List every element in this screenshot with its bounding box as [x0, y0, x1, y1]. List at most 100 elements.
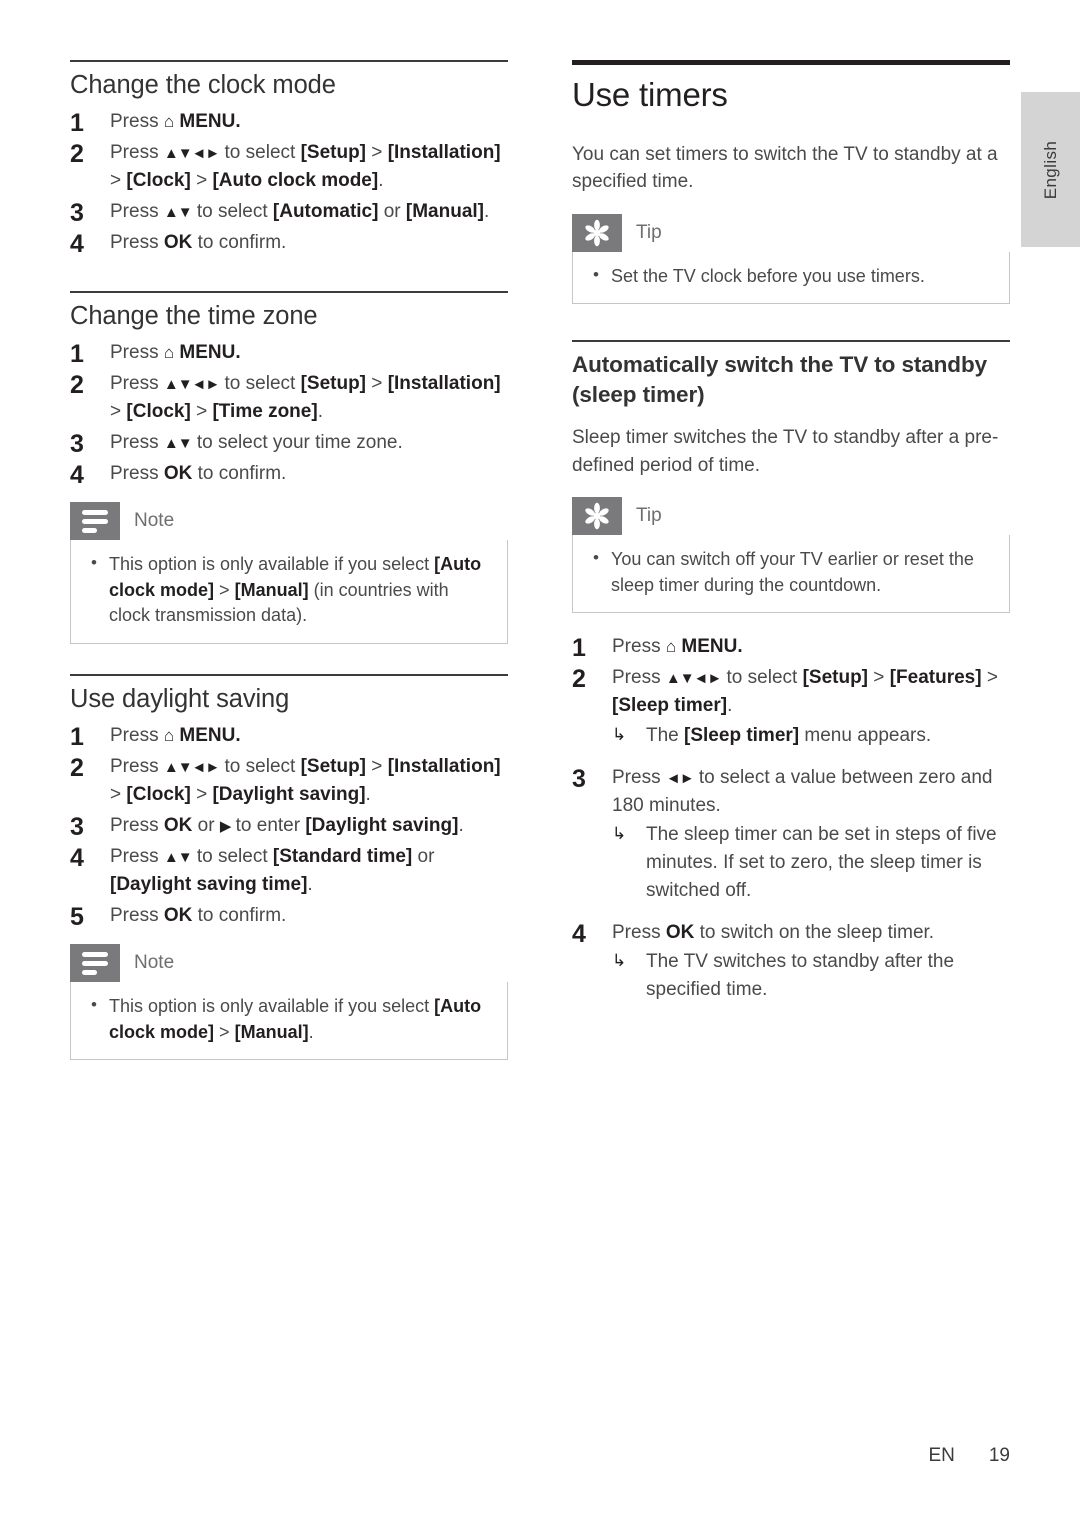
manual-page: Change the clock mode Press ⌂ MENU. Pres… [0, 0, 1080, 1527]
leftright-icon: ◄► [665, 769, 695, 787]
dpad-icon: ▲▼◄► [163, 144, 220, 162]
step-list: Press ⌂ MENU. Press ▲▼◄► to select [Setu… [70, 336, 508, 495]
step-item: Press ◄► to select a value between zero … [572, 761, 1010, 906]
step-text-pre: Press [110, 232, 164, 254]
updown-icon: ▲▼ [163, 203, 193, 221]
step-text-post: to confirm. [192, 463, 287, 485]
footer-lang-code: EN [928, 1445, 955, 1466]
step-text-pre: Press [612, 766, 666, 788]
step-item: Press ⌂ MENU. [70, 336, 508, 373]
note-icon [70, 502, 120, 541]
step-substep: ↳ The sleep timer can be set in steps of … [612, 821, 1010, 905]
ok-key-label: OK [163, 463, 193, 485]
subsection-heading: Automatically switch the TV to standby (… [572, 352, 988, 408]
section-rule [70, 673, 508, 676]
step-text-post: MENU. [174, 341, 241, 363]
step-text-post: MENU. [174, 110, 241, 132]
note-item: This option is only available if you sel… [87, 993, 491, 1045]
ok-key-label: OK [163, 814, 193, 836]
note-callout-header: Note [70, 502, 508, 541]
section-rule [572, 340, 1010, 343]
step-text-pre: Press [612, 667, 666, 689]
step-text-pre: Press [110, 341, 164, 363]
section-heading: Change the clock mode [70, 71, 336, 99]
section-rule [70, 291, 508, 294]
ok-key-label: OK [665, 922, 695, 944]
step-item: Press ▲▼ to select your time zone. [70, 426, 508, 463]
page-footer: EN 19 [0, 1445, 1010, 1467]
tip-callout-header: Tip [572, 213, 1010, 252]
home-icon: ⌂ [163, 342, 175, 362]
step-text-pre: Press [110, 463, 164, 485]
updown-icon: ▲▼ [163, 435, 193, 453]
tip-callout-header: Tip [572, 497, 1010, 536]
step-text-post: to confirm. [192, 905, 287, 927]
step-text-pre: Press [110, 141, 164, 163]
tip-item: You can switch off your TV earlier or re… [589, 546, 993, 598]
tip-callout: Tip You can switch off your TV earlier o… [572, 497, 1010, 614]
section-heading: Change the time zone [70, 302, 318, 331]
section-rule [70, 60, 508, 62]
left-column: Change the clock mode Press ⌂ MENU. Pres… [70, 60, 508, 1080]
note-callout: Note This option is only available if yo… [70, 502, 508, 644]
ok-key-label: OK [163, 905, 193, 927]
step-list: Press ⌂ MENU. Press ▲▼◄► to select [Setu… [70, 719, 508, 937]
tip-callout-title: Tip [636, 221, 662, 243]
step-item: Press ▲▼◄► to select [Setup] > [Features… [572, 661, 1010, 750]
step-substep: ↳ The TV switches to standby after the sp… [612, 948, 1010, 1004]
step-text-pre: Press [110, 905, 164, 927]
tip-callout-body: Set the TV clock before you use timers. [572, 251, 1010, 305]
subsection-sleep-timer: Automatically switch the TV to standby (… [572, 340, 1010, 1004]
footer-page-number: 19 [988, 1445, 1010, 1466]
intro-paragraph: You can set timers to switch the TV to s… [572, 143, 998, 193]
step-text-pre: Press [612, 636, 666, 658]
step-item: Press ▲▼◄► to select [Setup] > [Installa… [70, 367, 508, 426]
section-heading: Use daylight saving [70, 684, 290, 713]
dpad-icon: ▲▼◄► [163, 758, 220, 776]
step-item: Press OK to confirm. [70, 899, 508, 936]
substep-arrow-icon: ↳ [612, 951, 627, 971]
chapter-rule [572, 60, 1010, 65]
step-text-post: to confirm. [192, 232, 287, 254]
subsection-intro: Sleep timer switches the TV to standby a… [572, 427, 999, 476]
note-callout-body: This option is only available if you sel… [70, 982, 508, 1061]
step-item: Press ⌂ MENU. [70, 105, 508, 142]
note-callout-header: Note [70, 944, 508, 983]
dpad-icon: ▲▼◄► [665, 670, 722, 688]
section-use-daylight-saving: Use daylight saving Press ⌂ MENU. Press … [70, 673, 508, 1061]
ok-key-label: OK [163, 232, 193, 254]
step-item: Press ⌂ MENU. [70, 719, 508, 756]
home-icon: ⌂ [665, 637, 677, 657]
tip-callout-title: Tip [636, 505, 662, 527]
step-text-post: to switch on the sleep timer. [694, 922, 935, 944]
step-text-pre: Press [612, 922, 666, 944]
step-text-post: MENU. [174, 724, 241, 746]
step-text-post: to select your time zone. [191, 432, 403, 454]
substep-arrow-icon: ↳ [612, 724, 627, 744]
language-tab-label: English [1040, 140, 1060, 199]
note-icon [70, 944, 120, 983]
note-item: This option is only available if you sel… [87, 551, 491, 629]
step-item: Press ▲▼◄► to select [Setup] > [Installa… [70, 750, 508, 809]
step-item: Press OK to switch on the sleep timer. ↳… [572, 916, 1010, 1004]
step-text-pre: Press [110, 755, 164, 777]
language-tab: English [1021, 92, 1080, 247]
step-text-pre: Press [110, 724, 164, 746]
step-list: Press ⌂ MENU. Press ▲▼◄► to select [Setu… [572, 630, 1010, 1004]
step-text-pre: Press [110, 200, 164, 222]
step-substep: ↳ The [Sleep timer] menu appears. [612, 722, 1010, 750]
section-change-clock-mode: Change the clock mode Press ⌂ MENU. Pres… [70, 60, 508, 263]
substep-arrow-icon: ↳ [612, 823, 627, 843]
dpad-icon: ▲▼◄► [163, 375, 220, 393]
section-change-time-zone: Change the time zone Press ⌂ MENU. Press… [70, 291, 508, 644]
step-item: Press ⌂ MENU. [572, 630, 1010, 667]
note-callout: Note This option is only available if yo… [70, 944, 508, 1061]
step-item: Press OK to confirm. [70, 457, 508, 494]
updown-icon: ▲▼ [163, 849, 193, 866]
page-title: Use timers [572, 76, 728, 113]
step-text-pre: Press [110, 372, 164, 394]
tip-icon [572, 213, 622, 252]
step-item: Press OK to confirm. [70, 226, 508, 263]
step-item: Press OK or ▶ to enter [Daylight saving]… [70, 809, 464, 846]
right-arrow-icon: ▶ [219, 817, 232, 835]
